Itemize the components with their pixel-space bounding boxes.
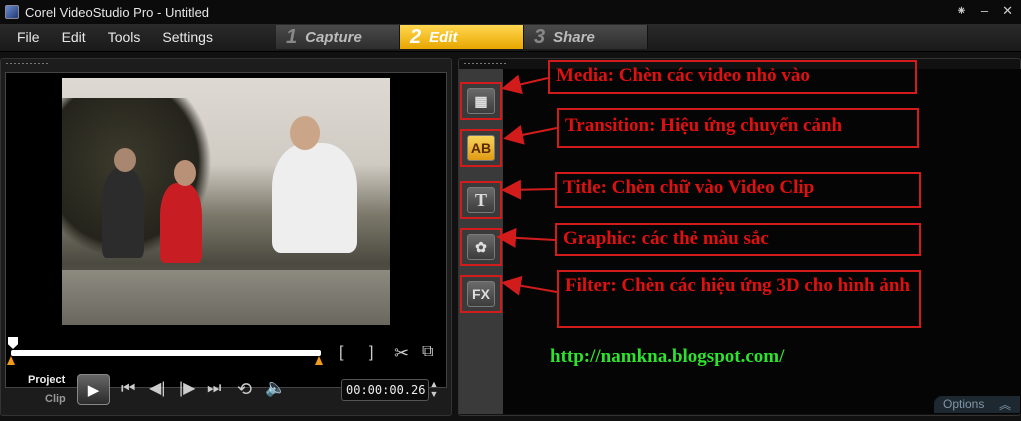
play-icon: ▶ xyxy=(87,381,100,399)
title-library-button[interactable]: T xyxy=(460,181,502,219)
mark-out-button[interactable]: ] xyxy=(369,345,373,361)
blog-url: http://namkna.blogspot.com/ xyxy=(550,346,785,367)
volume-icon[interactable]: 🔈 xyxy=(265,379,286,396)
clip-mode-label[interactable]: Clip xyxy=(45,393,66,405)
transition-icon: AB xyxy=(467,135,495,161)
step-edit[interactable]: 2 Edit xyxy=(400,25,524,49)
home-icon[interactable]: ⏮ xyxy=(121,381,135,397)
window-title: Corel VideoStudio Pro - Untitled xyxy=(25,4,210,20)
annotation-media: Media: Chèn các video nhỏ vào xyxy=(548,60,917,94)
step-share[interactable]: 3 Share xyxy=(524,25,648,49)
menu-file[interactable]: File xyxy=(6,29,51,45)
title-icon: T xyxy=(467,187,495,213)
help-icon[interactable]: ⁕ xyxy=(956,3,967,19)
panel-grip[interactable] xyxy=(5,62,49,65)
next-frame-icon[interactable]: |▶ xyxy=(179,381,195,397)
project-mode-label[interactable]: Project xyxy=(28,374,65,386)
menu-settings[interactable]: Settings xyxy=(151,29,224,45)
menu-bar: File Edit Tools Settings 1 Capture 2 Edit … xyxy=(0,24,1021,52)
graphic-library-button[interactable]: ✿ xyxy=(460,228,502,266)
filter-icon: FX xyxy=(467,281,495,307)
end-icon[interactable]: ⏭ xyxy=(207,381,221,397)
step-capture[interactable]: 1 Capture xyxy=(276,25,400,49)
enlarge-preview-icon[interactable]: ⧉ xyxy=(422,344,433,360)
annotation-graphic: Graphic: các thẻ màu sắc xyxy=(555,223,921,256)
preview-panel: [ ] ✂ ⧉ Project Clip ▶ ⏮ ◀| |▶ ⏭ ⟲ 🔈 00:… xyxy=(0,58,452,416)
close-icon[interactable]: ✕ xyxy=(1002,3,1013,19)
menu-tools[interactable]: Tools xyxy=(97,29,152,45)
split-clip-icon[interactable]: ✂ xyxy=(394,344,409,362)
preview-viewer xyxy=(5,72,447,388)
timecode-spinner[interactable]: ▲ ▼ xyxy=(428,379,440,399)
minimize-icon[interactable]: – xyxy=(981,3,988,19)
annotation-filter: Filter: Chèn các hiệu ứng 3D cho hình ản… xyxy=(557,270,921,328)
graphic-icon: ✿ xyxy=(467,234,495,260)
annotation-title: Title: Chèn chữ vào Video Clip xyxy=(555,172,921,208)
library-category-strip: ▦ AB T ✿ FX xyxy=(459,69,503,414)
previous-frame-icon[interactable]: ◀| xyxy=(149,381,165,397)
preview-frame-image xyxy=(62,78,390,325)
options-button[interactable]: Options ︽ xyxy=(934,396,1020,413)
window-controls: ⁕ – ✕ xyxy=(956,3,1013,19)
media-library-button[interactable]: ▦ xyxy=(460,82,502,120)
filter-library-button[interactable]: FX xyxy=(460,275,502,313)
chevron-up-icon: ︽ xyxy=(998,398,1011,412)
panel-grip[interactable] xyxy=(463,62,507,65)
app-icon xyxy=(5,5,19,19)
annotation-transition: Transition: Hiệu ứng chuyển cảnh xyxy=(557,108,919,148)
media-icon: ▦ xyxy=(467,88,495,114)
scrubber-bar[interactable] xyxy=(11,350,321,356)
mark-in-button[interactable]: [ xyxy=(339,345,343,361)
options-label: Options xyxy=(943,397,985,411)
play-button[interactable]: ▶ xyxy=(77,374,110,405)
repeat-icon[interactable]: ⟲ xyxy=(237,380,252,398)
workflow-steps: 1 Capture 2 Edit 3 Share xyxy=(276,25,648,49)
menu-list: File Edit Tools Settings xyxy=(6,29,224,45)
menu-edit[interactable]: Edit xyxy=(51,29,97,45)
title-bar: Corel VideoStudio Pro - Untitled ⁕ – ✕ xyxy=(0,0,1021,24)
timecode-display[interactable]: 00:00:00.26 xyxy=(341,379,429,401)
transition-library-button[interactable]: AB xyxy=(460,129,502,167)
